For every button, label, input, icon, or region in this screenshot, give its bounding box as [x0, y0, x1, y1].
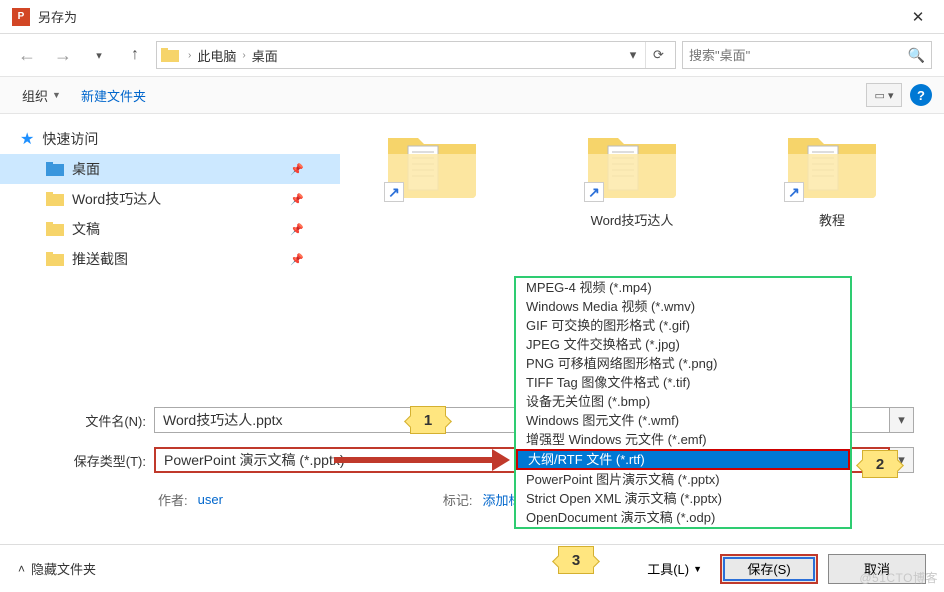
- sidebar-item-label: 文稿: [72, 219, 100, 239]
- author-label: 作者:: [158, 490, 188, 509]
- filetype-label: 保存类型(T):: [48, 451, 154, 470]
- folder-icon: [46, 161, 64, 177]
- annotation-callout-3: 3: [558, 546, 594, 574]
- sidebar-quick-access[interactable]: ★ 快速访问: [0, 124, 340, 154]
- help-button[interactable]: ?: [910, 84, 932, 106]
- chevron-right-icon: ›: [239, 50, 248, 61]
- dropdown-option[interactable]: OpenDocument 演示文稿 (*.odp): [516, 508, 850, 527]
- folder-name: Word技巧达人: [591, 210, 674, 229]
- sidebar-item[interactable]: 文稿 📌: [0, 214, 340, 244]
- nav-up[interactable]: ↑: [120, 40, 150, 70]
- sidebar-item-desktop[interactable]: 桌面 📌: [0, 154, 340, 184]
- footer: ˄ 隐藏文件夹 工具(L)▼ 保存(S) 取消: [0, 544, 944, 592]
- dropdown-option[interactable]: Windows Media 视频 (*.wmv): [516, 297, 850, 316]
- watermark: @51CTO博客: [859, 569, 938, 586]
- annotation-callout-1: 1: [410, 406, 446, 434]
- folder-name: 教程: [819, 210, 845, 229]
- filename-dropdown[interactable]: ▾: [890, 407, 914, 433]
- path-segment[interactable]: 桌面: [249, 46, 281, 65]
- save-button[interactable]: 保存(S): [720, 554, 818, 584]
- pin-icon: 📌: [290, 223, 304, 236]
- search-input[interactable]: [689, 48, 908, 63]
- hide-folders-label: 隐藏文件夹: [31, 559, 96, 578]
- filename-label: 文件名(N):: [48, 411, 154, 430]
- organize-menu[interactable]: 组织▼: [12, 82, 71, 109]
- author-value[interactable]: user: [198, 492, 223, 507]
- pin-icon: 📌: [290, 193, 304, 206]
- folder-icon: [161, 47, 179, 63]
- pin-icon: 📌: [290, 163, 304, 176]
- annotation-arrow: [334, 452, 510, 468]
- close-button[interactable]: ✕: [896, 2, 940, 32]
- shortcut-overlay-icon: ↗: [384, 182, 404, 202]
- sidebar-item[interactable]: 推送截图 📌: [0, 244, 340, 274]
- dropdown-option[interactable]: 增强型 Windows 元文件 (*.emf): [516, 430, 850, 449]
- folder-icon: [46, 221, 64, 237]
- dropdown-option[interactable]: MPEG-4 视频 (*.mp4): [516, 278, 850, 297]
- folder-item[interactable]: ↗ Word技巧达人: [572, 126, 692, 229]
- folder-item[interactable]: ↗: [372, 126, 492, 229]
- powerpoint-icon: P: [12, 8, 30, 26]
- titlebar: P 另存为 ✕: [0, 0, 944, 34]
- folder-icon: [46, 251, 64, 267]
- filetype-dropdown[interactable]: MPEG-4 视频 (*.mp4) Windows Media 视频 (*.wm…: [514, 276, 852, 529]
- sidebar-item[interactable]: Word技巧达人 📌: [0, 184, 340, 214]
- hide-folders-toggle[interactable]: ˄ 隐藏文件夹: [18, 559, 96, 578]
- shortcut-overlay-icon: ↗: [584, 182, 604, 202]
- shortcut-overlay-icon: ↗: [784, 182, 804, 202]
- nav-forward[interactable]: →: [48, 40, 78, 70]
- path-bar[interactable]: › 此电脑 › 桌面 ▾ ⟳: [156, 41, 676, 69]
- pin-icon: 📌: [290, 253, 304, 266]
- new-folder-button[interactable]: 新建文件夹: [71, 82, 156, 109]
- folder-icon: [46, 191, 64, 207]
- dropdown-option[interactable]: PowerPoint 图片演示文稿 (*.pptx): [516, 470, 850, 489]
- refresh-icon[interactable]: ⟳: [645, 42, 671, 68]
- sidebar-item-label: 桌面: [72, 159, 100, 179]
- dropdown-option[interactable]: Windows 图元文件 (*.wmf): [516, 411, 850, 430]
- dropdown-option[interactable]: GIF 可交换的图形格式 (*.gif): [516, 316, 850, 335]
- path-dropdown-icon[interactable]: ▾: [621, 47, 645, 63]
- view-mode-button[interactable]: ▭ ▾: [866, 83, 902, 107]
- dropdown-option[interactable]: JPEG 文件交换格式 (*.jpg): [516, 335, 850, 354]
- nav-recent-dropdown[interactable]: ▾: [84, 40, 114, 70]
- path-segment[interactable]: 此电脑: [194, 46, 239, 65]
- navbar: ← → ▾ ↑ › 此电脑 › 桌面 ▾ ⟳ 🔍: [0, 34, 944, 76]
- dropdown-option[interactable]: 设备无关位图 (*.bmp): [516, 392, 850, 411]
- toolbar: 组织▼ 新建文件夹 ▭ ▾ ?: [0, 76, 944, 114]
- search-icon[interactable]: 🔍: [908, 47, 925, 64]
- sidebar-item-label: 推送截图: [72, 249, 128, 269]
- window-title: 另存为: [38, 7, 896, 26]
- dropdown-option[interactable]: PNG 可移植网络图形格式 (*.png): [516, 354, 850, 373]
- sidebar-label: 快速访问: [42, 129, 98, 149]
- chevron-right-icon: ›: [185, 50, 194, 61]
- star-icon: ★: [20, 129, 34, 149]
- nav-back[interactable]: ←: [12, 40, 42, 70]
- annotation-callout-2: 2: [862, 450, 898, 478]
- tools-menu[interactable]: 工具(L)▼: [639, 555, 710, 582]
- dropdown-option-selected[interactable]: 大纲/RTF 文件 (*.rtf): [516, 449, 850, 470]
- tag-label: 标记:: [443, 490, 473, 509]
- dropdown-option[interactable]: TIFF Tag 图像文件格式 (*.tif): [516, 373, 850, 392]
- search-box[interactable]: 🔍: [682, 41, 932, 69]
- dropdown-option[interactable]: Strict Open XML 演示文稿 (*.pptx): [516, 489, 850, 508]
- chevron-up-icon: ˄: [18, 562, 25, 576]
- sidebar-item-label: Word技巧达人: [72, 189, 161, 209]
- folder-item[interactable]: ↗ 教程: [772, 126, 892, 229]
